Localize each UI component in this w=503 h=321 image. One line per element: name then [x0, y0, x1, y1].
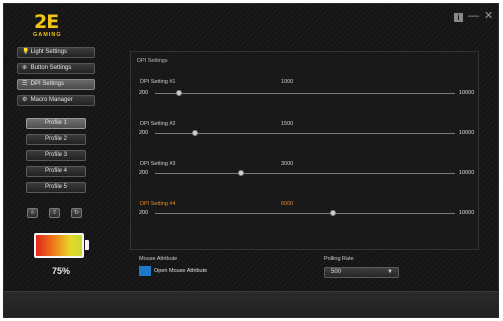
import-icon[interactable]: ⇩ — [27, 208, 38, 218]
gear-icon: ⚙ — [22, 97, 28, 103]
dpi-max-label: 10000 — [459, 210, 475, 216]
nav-label: Macro Manager — [30, 97, 73, 103]
polling-rate-value: 500 — [331, 269, 342, 275]
dpi-slider-thumb[interactable] — [191, 130, 198, 136]
dpi-slider-track[interactable] — [155, 213, 455, 214]
profile-5-button[interactable]: Profile 5 — [26, 182, 86, 193]
dpi-slider-track[interactable] — [155, 133, 455, 134]
app-window: 2E GAMING i — ✕ 💡 Light Settings ⊕ Butto… — [3, 3, 499, 318]
dpi-max-label: 10000 — [459, 130, 475, 136]
profile-4-button[interactable]: Profile 4 — [26, 166, 86, 177]
profile-3-button[interactable]: Profile 3 — [26, 150, 86, 161]
profile-1-button[interactable]: Profile 1 — [26, 118, 86, 129]
export-icon[interactable]: ⇧ — [49, 208, 60, 218]
dpi-slot-label: DPI Setting #3 — [140, 161, 176, 167]
open-mouse-attribute-link[interactable]: Open Mouse Attribute — [154, 268, 207, 274]
dpi-slot-label: DPI Setting #2 — [140, 121, 176, 127]
battery-percent: 75% — [52, 266, 71, 276]
battery-tip — [85, 240, 89, 250]
nav-dpi-settings[interactable]: ☰ DPI Settings — [17, 79, 95, 90]
nav-label: DPI Settings — [30, 81, 65, 87]
dpi-slot-label: DPI Setting #4 — [140, 201, 176, 207]
footer-bar — [4, 291, 498, 317]
dpi-slot-value: 3000 — [281, 161, 294, 167]
dpi-slider-thumb[interactable] — [329, 210, 336, 216]
profile-2-button[interactable]: Profile 2 — [26, 134, 86, 145]
polling-rate-title: Polling Rate — [324, 256, 354, 262]
reset-icon[interactable]: ↻ — [71, 208, 82, 218]
dpi-slot-label: DPI Setting #1 — [140, 79, 176, 85]
dpi-slider-track[interactable] — [155, 93, 455, 94]
chevron-down-icon: ▼ — [387, 269, 393, 275]
dpi-min-label: 200 — [139, 210, 149, 216]
crosshair-icon: ⊕ — [22, 65, 28, 71]
dpi-max-label: 10000 — [459, 170, 475, 176]
dpi-min-label: 200 — [139, 130, 149, 136]
dpi-icon: ☰ — [22, 81, 28, 87]
dpi-slot-value: 6000 — [281, 201, 294, 207]
dpi-slot-value: 1000 — [281, 79, 294, 85]
lightbulb-icon: 💡 — [22, 49, 30, 55]
mouse-attribute-title: Mouse Attribute — [139, 256, 178, 262]
dpi-slider-thumb[interactable] — [237, 170, 244, 176]
mouse-attribute-checkbox[interactable] — [139, 266, 151, 276]
brand-subtitle: GAMING — [33, 32, 62, 38]
nav-label: Light Settings — [30, 49, 68, 55]
panel-title: DPI Settings — [137, 58, 168, 64]
nav-macro-manager[interactable]: ⚙ Macro Manager — [17, 95, 95, 106]
close-icon[interactable]: ✕ — [484, 11, 493, 22]
battery-indicator — [34, 233, 84, 258]
brand-logo: 2E — [34, 11, 59, 33]
polling-rate-select[interactable]: 500 ▼ — [324, 267, 399, 278]
minimize-icon[interactable]: — — [468, 11, 479, 22]
dpi-slider-track[interactable] — [155, 173, 455, 174]
dpi-min-label: 200 — [139, 170, 149, 176]
nav-label: Button Settings — [30, 65, 72, 71]
dpi-settings-panel — [130, 51, 479, 250]
dpi-max-label: 10000 — [459, 90, 475, 96]
info-icon[interactable]: i — [454, 13, 463, 22]
nav-button-settings[interactable]: ⊕ Button Settings — [17, 63, 95, 74]
nav-light-settings[interactable]: 💡 Light Settings — [17, 47, 95, 58]
dpi-min-label: 200 — [139, 90, 149, 96]
dpi-slot-value: 1500 — [281, 121, 294, 127]
